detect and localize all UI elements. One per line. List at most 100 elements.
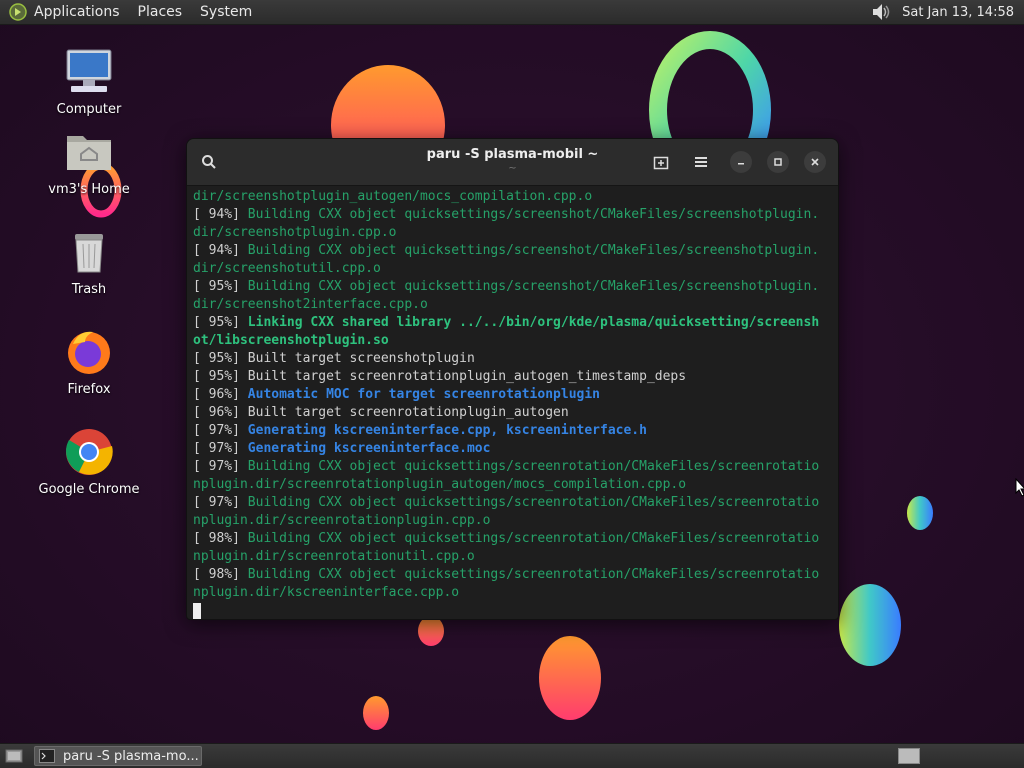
terminal-line-segment: Building CXX object quicksettings/screen… — [247, 567, 820, 582]
desktop-icon-label: Trash — [71, 282, 107, 297]
show-desktop-icon[interactable] — [4, 747, 24, 765]
terminal-line: [ 95%] Built target screenrotationplugin… — [193, 368, 838, 386]
firefox-icon — [68, 331, 110, 374]
terminal-line: dir/screenshot2interface.cpp.o — [193, 296, 838, 314]
terminal-line-segment: [ 95%] — [193, 279, 248, 294]
desktop-icon-label: Firefox — [67, 382, 111, 397]
minimize-icon — [738, 163, 744, 165]
terminal-window[interactable]: paru -S plasma-mobil ~ ~ dir/screenshotp… — [186, 138, 839, 620]
terminal-icon — [39, 749, 55, 763]
menu-button[interactable] — [687, 148, 715, 176]
terminal-line-segment: Built target screenshotplugin — [247, 351, 475, 366]
terminal-line-segment: Generating kscreeninterface.cpp, kscreen… — [247, 423, 647, 438]
terminal-line: [ 96%] Automatic MOC for target screenro… — [193, 386, 838, 404]
terminal-line: dir/screenshotplugin_autogen/mocs_compil… — [193, 188, 838, 206]
hamburger-menu-icon — [695, 157, 707, 167]
terminal-line-segment: dir/screenshotplugin_autogen/mocs_compil… — [193, 189, 593, 204]
panel-tray: Sat Jan 13, 14:58 — [870, 1, 1014, 23]
terminal-line-segment: nplugin.dir/screenrotationutil.cpp.o — [193, 549, 475, 564]
terminal-line-segment: Automatic MOC for target screenrotationp… — [247, 387, 600, 402]
trash-icon — [75, 234, 103, 273]
home-folder-icon — [67, 136, 111, 170]
terminal-line: [ 98%] Building CXX object quicksettings… — [193, 530, 838, 548]
terminal-line-segment: Built target screenrotationplugin_autoge… — [247, 405, 569, 420]
terminal-line-segment: nplugin.dir/screenrotationplugin.cpp.o — [193, 513, 491, 528]
terminal-line: nplugin.dir/screenrotationplugin.cpp.o — [193, 512, 838, 530]
volume-icon[interactable] — [870, 1, 892, 23]
bottom-panel: paru -S plasma-mo... — [0, 743, 1024, 768]
terminal-line: [ 95%] Built target screenshotplugin — [193, 350, 838, 368]
terminal-line: [ 97%] Generating kscreeninterface.moc — [193, 440, 838, 458]
terminal-line: [ 97%] Building CXX object quicksettings… — [193, 494, 838, 512]
terminal-line-segment: nplugin.dir/kscreeninterface.cpp.o — [193, 585, 460, 600]
terminal-line: nplugin.dir/screenrotationplugin_autogen… — [193, 476, 838, 494]
close-button[interactable] — [804, 151, 826, 173]
terminal-line-segment: Building CXX object quicksettings/screen… — [247, 207, 820, 222]
desktop-icon-trash[interactable]: Trash — [34, 226, 144, 297]
clock[interactable]: Sat Jan 13, 14:58 — [902, 5, 1014, 20]
new-tab-button[interactable] — [647, 148, 675, 176]
terminal-line-segment: [ 97%] — [193, 495, 248, 510]
desktop-icon-firefox[interactable]: Firefox — [34, 326, 144, 397]
terminal-line-segment: [ 98%] — [193, 567, 248, 582]
terminal-line: nplugin.dir/screenrotationutil.cpp.o — [193, 548, 838, 566]
terminal-line: nplugin.dir/kscreeninterface.cpp.o — [193, 584, 838, 602]
terminal-line: [ 97%] Building CXX object quicksettings… — [193, 458, 838, 476]
terminal-line-segment: [ 94%] — [193, 207, 248, 222]
terminal-line: [ 94%] Building CXX object quicksettings… — [193, 242, 838, 260]
taskbar-window-terminal[interactable]: paru -S plasma-mo... — [34, 746, 202, 766]
places-menu[interactable]: Places — [138, 4, 183, 20]
maximize-icon — [774, 158, 782, 166]
terminal-line-segment: Building CXX object quicksettings/screen… — [247, 531, 820, 546]
terminal-line-segment: Building CXX object quicksettings/screen… — [247, 459, 820, 474]
terminal-line-segment: dir/screenshotutil.cpp.o — [193, 261, 381, 276]
terminal-line-segment: dir/screenshotplugin.cpp.o — [193, 225, 397, 240]
terminal-line-segment: ot/libscreenshotplugin.so — [193, 333, 389, 348]
minimize-button[interactable] — [730, 151, 752, 173]
desktop-icon-label: Google Chrome — [38, 482, 140, 497]
terminal-line: dir/screenshotutil.cpp.o — [193, 260, 838, 278]
terminal-line-segment: Linking CXX shared library ../../bin/org… — [247, 315, 820, 330]
desktop-icon-chrome[interactable]: Google Chrome — [34, 426, 144, 497]
top-panel: Applications Places System Sat Jan 13, 1… — [0, 0, 1024, 25]
new-tab-icon — [653, 156, 669, 170]
terminal-headerbar[interactable]: paru -S plasma-mobil ~ ~ — [187, 139, 838, 186]
workspace-switcher[interactable] — [898, 748, 920, 764]
desktop-icon-label: Computer — [56, 102, 122, 117]
mouse-pointer-icon — [1015, 478, 1024, 497]
terminal-line-segment: [ 95%] — [193, 351, 248, 366]
computer-icon — [66, 49, 112, 92]
terminal-line: [ 94%] Building CXX object quicksettings… — [193, 206, 838, 224]
system-menu[interactable]: System — [200, 4, 252, 20]
taskbar-window-label: paru -S plasma-mo... — [63, 748, 199, 764]
close-icon — [811, 158, 819, 166]
desktop-icon-home[interactable]: vm3's Home — [34, 126, 144, 197]
terminal-line-segment: [ 94%] — [193, 243, 248, 258]
applications-menu[interactable]: Applications — [34, 4, 120, 20]
terminal-line-segment: [ 97%] — [193, 459, 248, 474]
terminal-line-segment: [ 97%] — [193, 423, 248, 438]
terminal-line: [ 97%] Generating kscreeninterface.cpp, … — [193, 422, 838, 440]
terminal-line: [ 98%] Building CXX object quicksettings… — [193, 566, 838, 584]
terminal-line: [ 95%] Building CXX object quicksettings… — [193, 278, 838, 296]
desktop-icon-computer[interactable]: Computer — [34, 46, 144, 117]
terminal-line-segment: [ 95%] — [193, 315, 248, 330]
terminal-line: [ 96%] Built target screenrotationplugin… — [193, 404, 838, 422]
desktop-icon-label: vm3's Home — [48, 182, 130, 197]
terminal-line: ot/libscreenshotplugin.so — [193, 332, 838, 350]
text-cursor — [193, 602, 201, 619]
terminal-line-segment: Building CXX object quicksettings/screen… — [247, 279, 820, 294]
terminal-line-segment: Generating kscreeninterface.moc — [247, 441, 491, 456]
terminal-line-segment: [ 98%] — [193, 531, 248, 546]
terminal-line-segment: Building CXX object quicksettings/screen… — [247, 495, 820, 510]
terminal-line-segment: [ 96%] — [193, 405, 248, 420]
terminal-line-segment: Built target screenrotationplugin_autoge… — [247, 369, 687, 384]
terminal-line-segment: dir/screenshot2interface.cpp.o — [193, 297, 428, 312]
terminal-line: dir/screenshotplugin.cpp.o — [193, 224, 838, 242]
terminal-output[interactable]: dir/screenshotplugin_autogen/mocs_compil… — [187, 186, 838, 619]
distro-logo-icon[interactable] — [8, 2, 28, 22]
chrome-icon — [66, 429, 113, 475]
terminal-line-segment: [ 95%] — [193, 369, 248, 384]
terminal-line: [ 95%] Linking CXX shared library ../../… — [193, 314, 838, 332]
maximize-button[interactable] — [767, 151, 789, 173]
